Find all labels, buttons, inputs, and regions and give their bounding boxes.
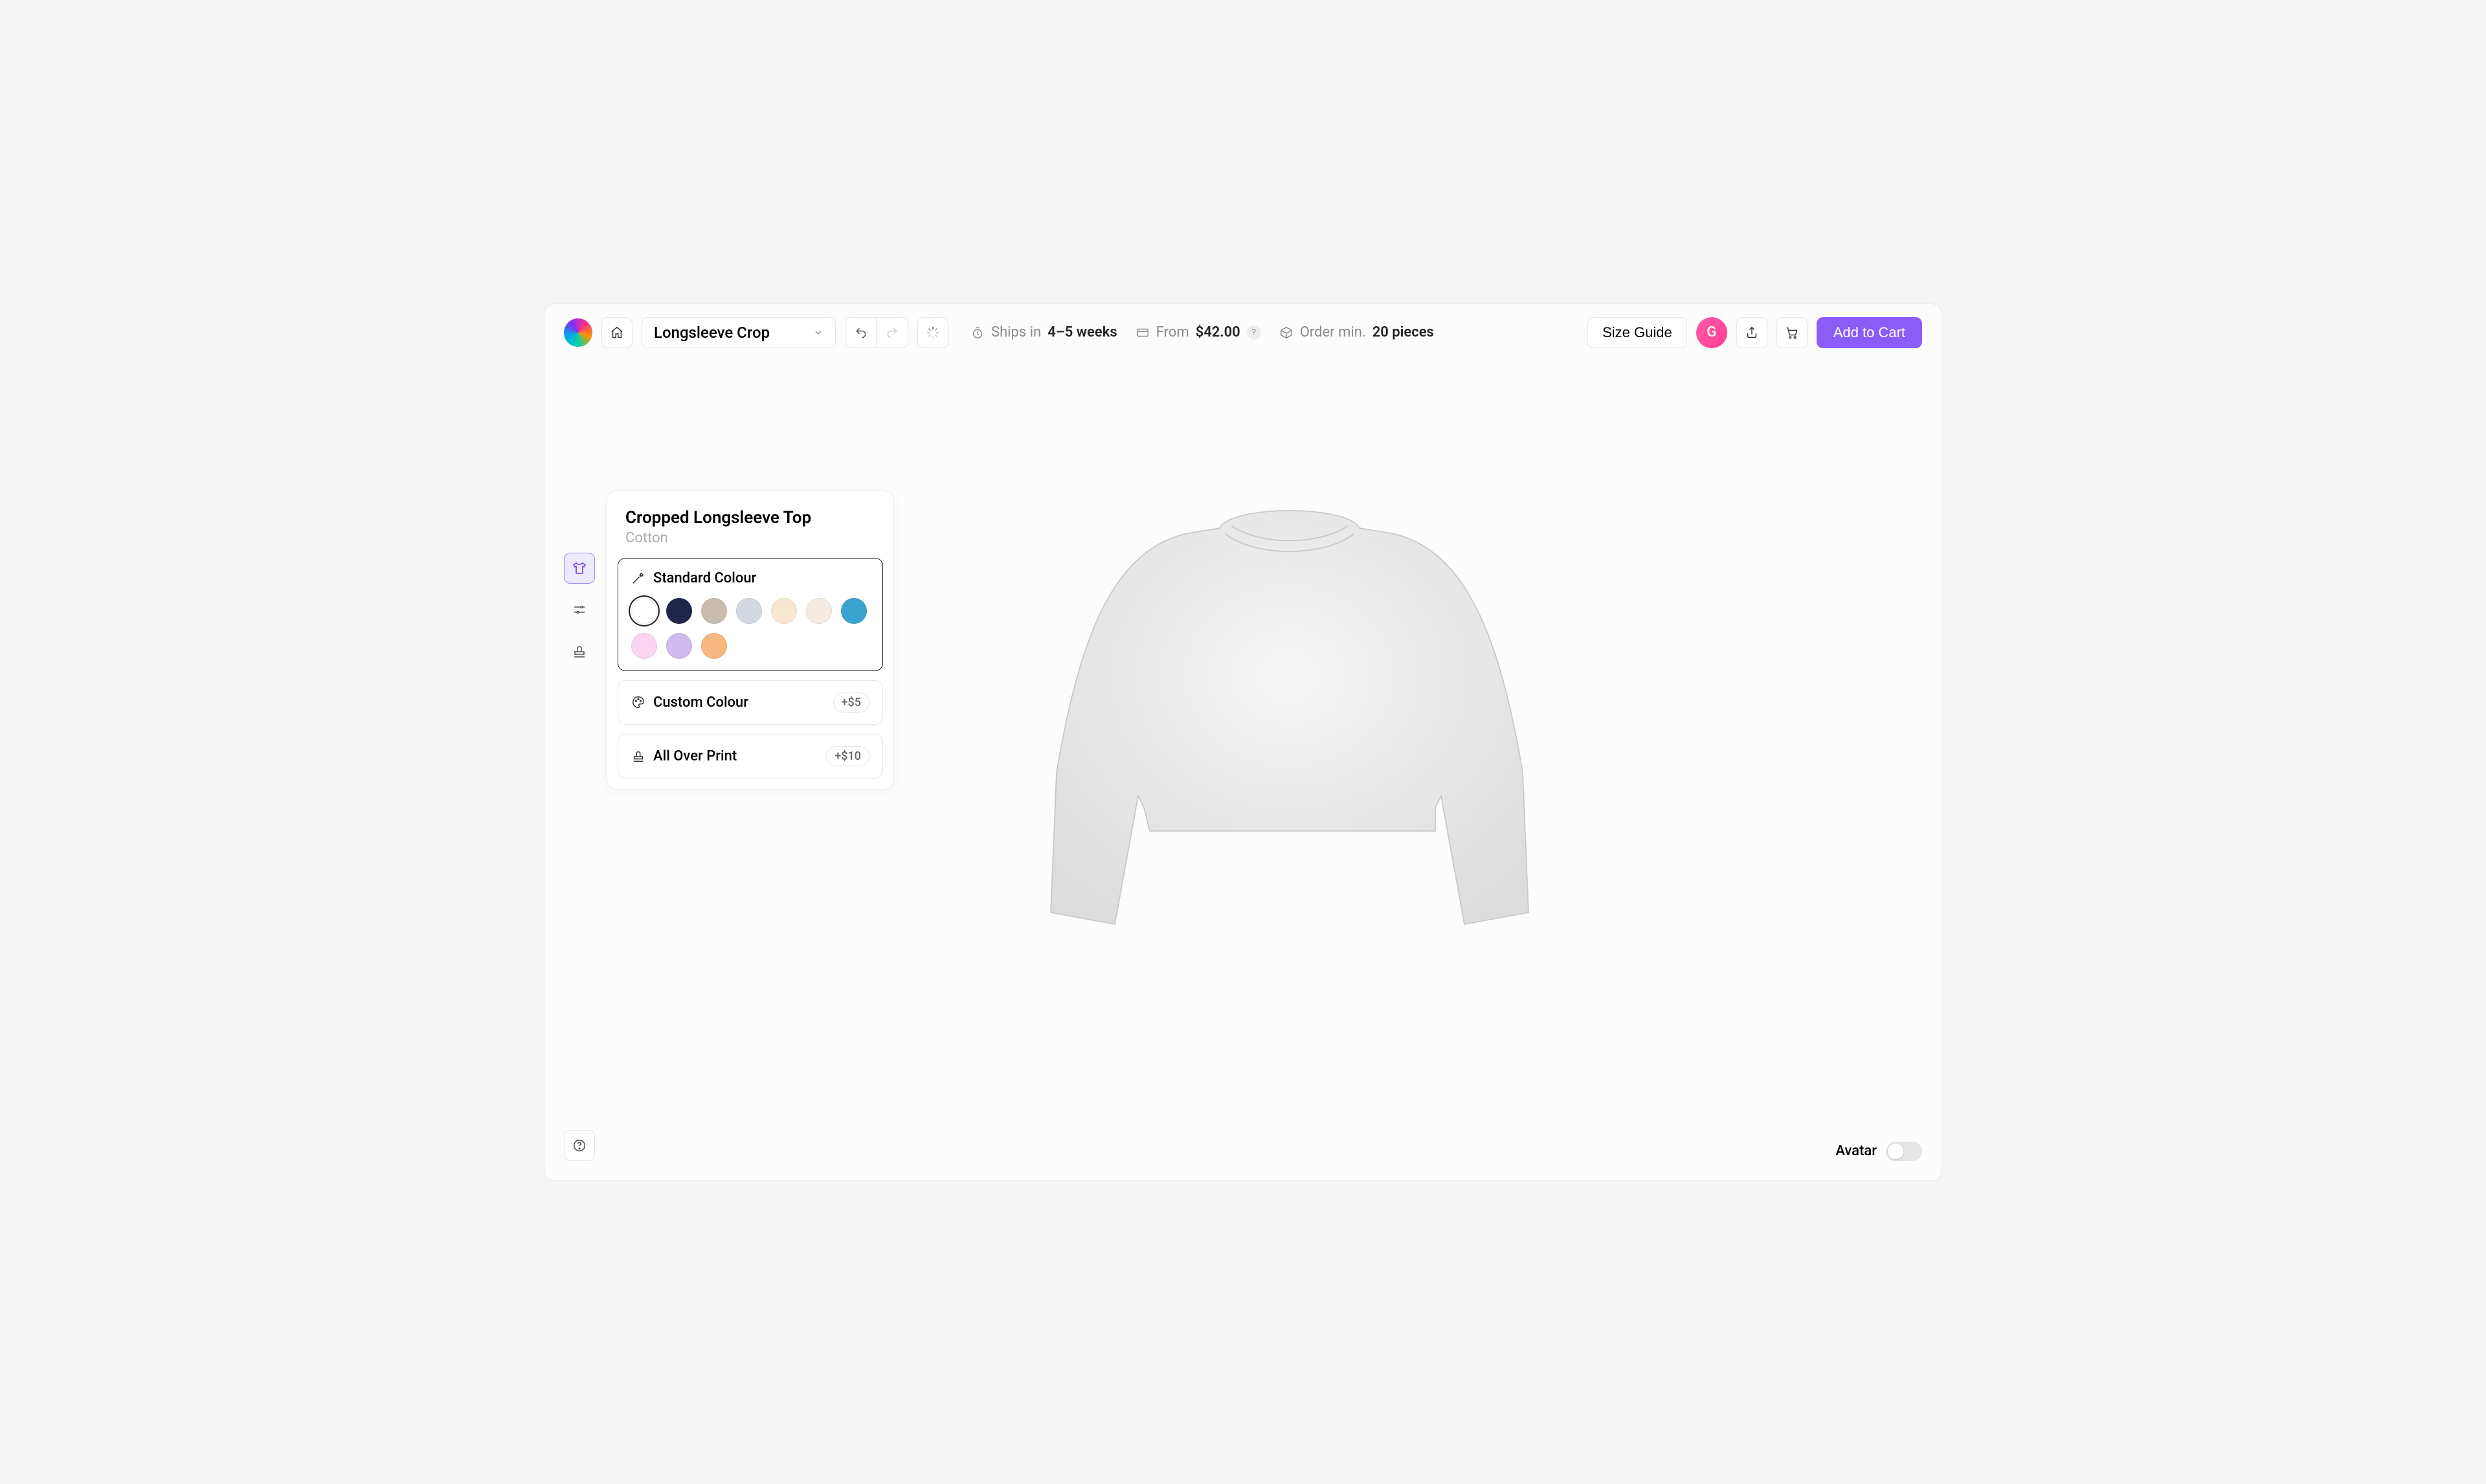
share-button[interactable] (1736, 317, 1767, 348)
user-avatar[interactable]: G (1696, 317, 1727, 348)
custom-colour-price: +$5 (833, 692, 869, 713)
avatar-toggle-group: Avatar (1835, 1142, 1922, 1161)
panel-title: Cropped Longsleeve Top (625, 508, 875, 527)
price-help-icon[interactable]: ? (1247, 326, 1261, 340)
size-guide-button[interactable]: Size Guide (1587, 317, 1687, 348)
logo (564, 318, 592, 347)
toolbar: Longsleeve Crop Ships in 4–5 weeks From (544, 304, 1942, 361)
help-button[interactable] (564, 1130, 595, 1161)
canvas: Cropped Longsleeve Top Cotton Standard C… (544, 361, 1942, 1180)
chevron-down-icon (813, 327, 823, 338)
home-button[interactable] (601, 317, 633, 348)
stamp-icon (631, 749, 645, 763)
add-to-cart-button[interactable]: Add to Cart (1817, 317, 1922, 348)
colour-swatch-0[interactable] (631, 598, 657, 624)
redo-button[interactable] (877, 318, 908, 348)
standard-colour-card[interactable]: Standard Colour (618, 558, 883, 671)
history-group (845, 317, 908, 348)
undo-button[interactable] (845, 318, 877, 348)
tshirt-icon (572, 560, 587, 576)
panel-header: Cropped Longsleeve Top Cotton (607, 491, 893, 558)
standard-colour-label: Standard Colour (653, 570, 756, 586)
colour-swatch-2[interactable] (701, 598, 727, 624)
tool-sidebar (564, 553, 595, 667)
app-frame: Longsleeve Crop Ships in 4–5 weeks From (544, 304, 1942, 1181)
custom-colour-card[interactable]: Custom Colour +$5 (618, 680, 883, 725)
redo-icon (886, 326, 899, 339)
colour-swatch-9[interactable] (701, 633, 727, 659)
colour-swatch-7[interactable] (631, 633, 657, 659)
eyedropper-icon (631, 571, 645, 585)
options-panel: Cropped Longsleeve Top Cotton Standard C… (607, 491, 894, 790)
colour-swatch-5[interactable] (806, 598, 832, 624)
colour-swatch-1[interactable] (666, 598, 692, 624)
order-min-info: Order min. 20 pieces (1279, 324, 1434, 340)
avatar-toggle-label: Avatar (1835, 1143, 1877, 1159)
palette-icon (631, 695, 645, 709)
colour-swatch-6[interactable] (841, 598, 867, 624)
colour-swatches (631, 598, 869, 659)
colour-swatch-4[interactable] (771, 598, 797, 624)
garment-preview[interactable] (998, 447, 1581, 1029)
cart-button[interactable] (1776, 317, 1808, 348)
all-over-print-label: All Over Print (653, 748, 737, 764)
share-icon (1745, 326, 1759, 340)
card-icon (1136, 326, 1150, 340)
loading-button[interactable] (917, 317, 948, 348)
sliders-icon (572, 602, 587, 617)
colour-swatch-3[interactable] (736, 598, 762, 624)
tool-garment[interactable] (564, 553, 595, 584)
tool-adjust[interactable] (564, 594, 595, 625)
price-info: From $42.00 ? (1136, 324, 1261, 340)
tool-print[interactable] (564, 636, 595, 667)
all-over-print-price: +$10 (826, 746, 869, 766)
product-dropdown[interactable]: Longsleeve Crop (642, 317, 836, 348)
avatar-toggle[interactable] (1886, 1142, 1922, 1161)
undo-icon (855, 326, 868, 339)
colour-swatch-8[interactable] (666, 633, 692, 659)
product-name: Longsleeve Crop (654, 324, 770, 342)
spinner-icon (926, 326, 940, 340)
panel-subtitle: Cotton (625, 530, 875, 546)
stamp-icon (572, 643, 587, 659)
cart-icon (1785, 326, 1799, 340)
timer-icon (970, 326, 985, 340)
package-icon (1279, 326, 1293, 340)
home-icon (610, 326, 624, 340)
all-over-print-card[interactable]: All Over Print +$10 (618, 734, 883, 779)
ships-in-info: Ships in 4–5 weeks (970, 324, 1117, 340)
custom-colour-label: Custom Colour (653, 694, 748, 711)
info-group: Ships in 4–5 weeks From $42.00 ? Order m… (970, 324, 1434, 340)
help-icon (572, 1138, 587, 1153)
